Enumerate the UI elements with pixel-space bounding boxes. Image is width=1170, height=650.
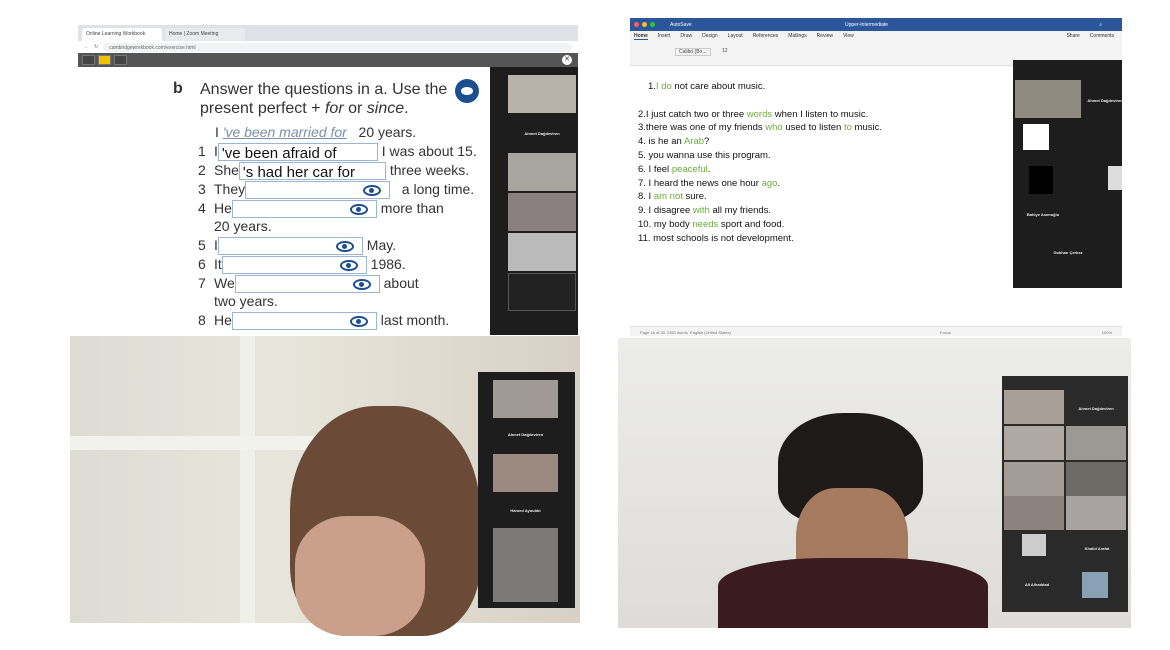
tab-design[interactable]: Design [702, 33, 718, 39]
ebook-toolbar: ✕ [78, 53, 578, 67]
eye-icon[interactable] [363, 185, 382, 197]
answer-input[interactable]: 's had her car for [238, 162, 386, 181]
url-input[interactable]: cambridgeworkbook.com/exercise.html [103, 42, 572, 52]
answer-input[interactable] [221, 256, 367, 275]
document-line[interactable]: 9. I disagree with all my friends. [638, 204, 882, 218]
tab-layout[interactable]: Layout [728, 33, 743, 39]
answer-input[interactable] [245, 181, 391, 200]
eye-icon[interactable] [335, 241, 354, 253]
document-line[interactable]: 8. I am not sure. [638, 190, 882, 204]
video-tile[interactable] [493, 454, 558, 492]
video-feed-participant: Ahmet Dağdeviren Khalid Arafat Ali Alhad… [618, 338, 1131, 628]
zoom-participant-panel: Ahmet Dağdeviren Khalid Arafat Ali Alhad… [1002, 376, 1128, 612]
close-icon[interactable]: ✕ [562, 55, 572, 65]
video-feed-participant: Ahmet Dağdeviren Hamed Ayoubbi [70, 336, 580, 636]
video-tile[interactable] [1004, 390, 1064, 424]
zoom-participant-panel: Ahmet Dağdeviren [490, 67, 578, 335]
ribbon-tabs: Home Insert Draw Design Layout Reference… [630, 31, 1122, 41]
word-window: AutoSave Upper-Intermediate ⌕ Home Inser… [630, 18, 1123, 336]
video-tile[interactable] [1066, 426, 1126, 460]
tab-draw[interactable]: Draw [680, 33, 692, 39]
eye-icon[interactable] [349, 316, 368, 328]
eye-icon[interactable] [349, 204, 368, 216]
zoom-participant-panel: Ahmet Dağdeviren Bahiye Asımoğlu Gokhan … [1013, 60, 1123, 288]
video-tile[interactable] [1066, 496, 1126, 530]
document-line[interactable]: 1.I do not care about music. [638, 80, 882, 94]
document-line[interactable]: 11. most schools is not development. [638, 232, 882, 246]
video-tile[interactable] [1004, 462, 1064, 496]
back-icon[interactable]: ← [84, 44, 89, 50]
video-tile[interactable] [508, 233, 576, 271]
video-tile[interactable] [1004, 496, 1064, 530]
comments-button[interactable]: Comments [1090, 33, 1114, 39]
word-titlebar: AutoSave Upper-Intermediate ⌕ [630, 18, 1122, 31]
video-tile[interactable] [493, 528, 558, 602]
document-line[interactable]: 7. I heard the news one hour ago. [638, 177, 882, 191]
video-tile[interactable] [508, 193, 576, 231]
video-tile[interactable] [508, 153, 576, 191]
tab-references[interactable]: References [753, 33, 779, 39]
exercise-instruction: Answer the questions in a. Use the presen… [200, 81, 448, 117]
tab-view[interactable]: View [843, 33, 854, 39]
document-line[interactable]: 4. is he an Arab? [638, 135, 882, 149]
toolbar-button[interactable] [114, 55, 127, 65]
document-line[interactable]: 3.there was one of my friends who used t… [638, 121, 882, 135]
eye-icon[interactable] [339, 260, 358, 272]
video-tile[interactable] [493, 380, 558, 418]
video-tile[interactable] [1015, 80, 1081, 118]
video-tile[interactable] [1029, 166, 1053, 194]
tab-mailings[interactable]: Mailings [788, 33, 806, 39]
close-icon[interactable] [634, 22, 639, 27]
document-line[interactable] [638, 94, 882, 108]
document-line[interactable]: 5. you wanna use this program. [638, 149, 882, 163]
search-icon[interactable]: ⌕ [1099, 22, 1102, 28]
reload-icon[interactable]: ↻ [94, 44, 98, 50]
browser-tabbar: Online Learning Workbook Home | Zoom Mee… [78, 25, 578, 41]
avatar [1023, 124, 1049, 150]
video-tile[interactable] [508, 273, 576, 311]
tab-home[interactable]: Home [634, 33, 648, 40]
document-line[interactable]: 6. I feel peaceful. [638, 163, 882, 177]
address-bar: ← ↻ cambridgeworkbook.com/exercise.html [78, 41, 578, 53]
answer-input[interactable] [217, 237, 363, 256]
status-bar: Page 16 of 30 2351 words English (United… [630, 326, 1122, 336]
font-select[interactable]: Calibri (Bo... [675, 48, 711, 56]
answer-input[interactable]: 've been afraid of [217, 143, 378, 162]
video-tile[interactable] [1066, 462, 1126, 496]
video-tile[interactable] [1004, 426, 1064, 460]
answer-input[interactable] [234, 275, 380, 294]
avatar [1082, 572, 1108, 598]
maximize-icon[interactable] [650, 22, 655, 27]
toolbar-button[interactable] [82, 55, 95, 65]
zoom-participant-panel: Ahmet Dağdeviren Hamed Ayoubbi [478, 372, 575, 608]
exercise-letter: b [173, 80, 183, 97]
zoom-level[interactable]: 100% [1102, 330, 1112, 335]
browser-tab[interactable]: Online Learning Workbook [82, 28, 162, 41]
answer-input[interactable] [231, 200, 377, 219]
avatar [1022, 534, 1046, 556]
share-button[interactable]: Share [1066, 33, 1079, 39]
eye-icon[interactable] [352, 279, 371, 291]
video-tile[interactable] [1108, 166, 1122, 190]
font-size-select[interactable]: 12 [722, 48, 728, 54]
eye-icon[interactable] [455, 79, 479, 103]
tab-review[interactable]: Review [817, 33, 833, 39]
document-title: Upper-Intermediate [845, 21, 889, 28]
tab-insert[interactable]: Insert [658, 33, 671, 39]
minimize-icon[interactable] [642, 22, 647, 27]
video-tile[interactable] [508, 75, 576, 113]
browser-tab[interactable]: Home | Zoom Meeting [165, 28, 245, 41]
ebook-window: Online Learning Workbook Home | Zoom Mee… [78, 25, 578, 335]
focus-button[interactable]: Focus [940, 330, 951, 335]
toolbar-button-active[interactable] [98, 55, 111, 65]
document-body[interactable]: 1.I do not care about music. 2.I just ca… [638, 80, 882, 246]
document-line[interactable]: 2.I just catch two or three words when I… [638, 108, 882, 122]
document-line[interactable]: 10. my body needs sport and food. [638, 218, 882, 232]
answer-input[interactable] [231, 312, 377, 331]
example-row: I 've been married for 20 years. [215, 124, 417, 140]
